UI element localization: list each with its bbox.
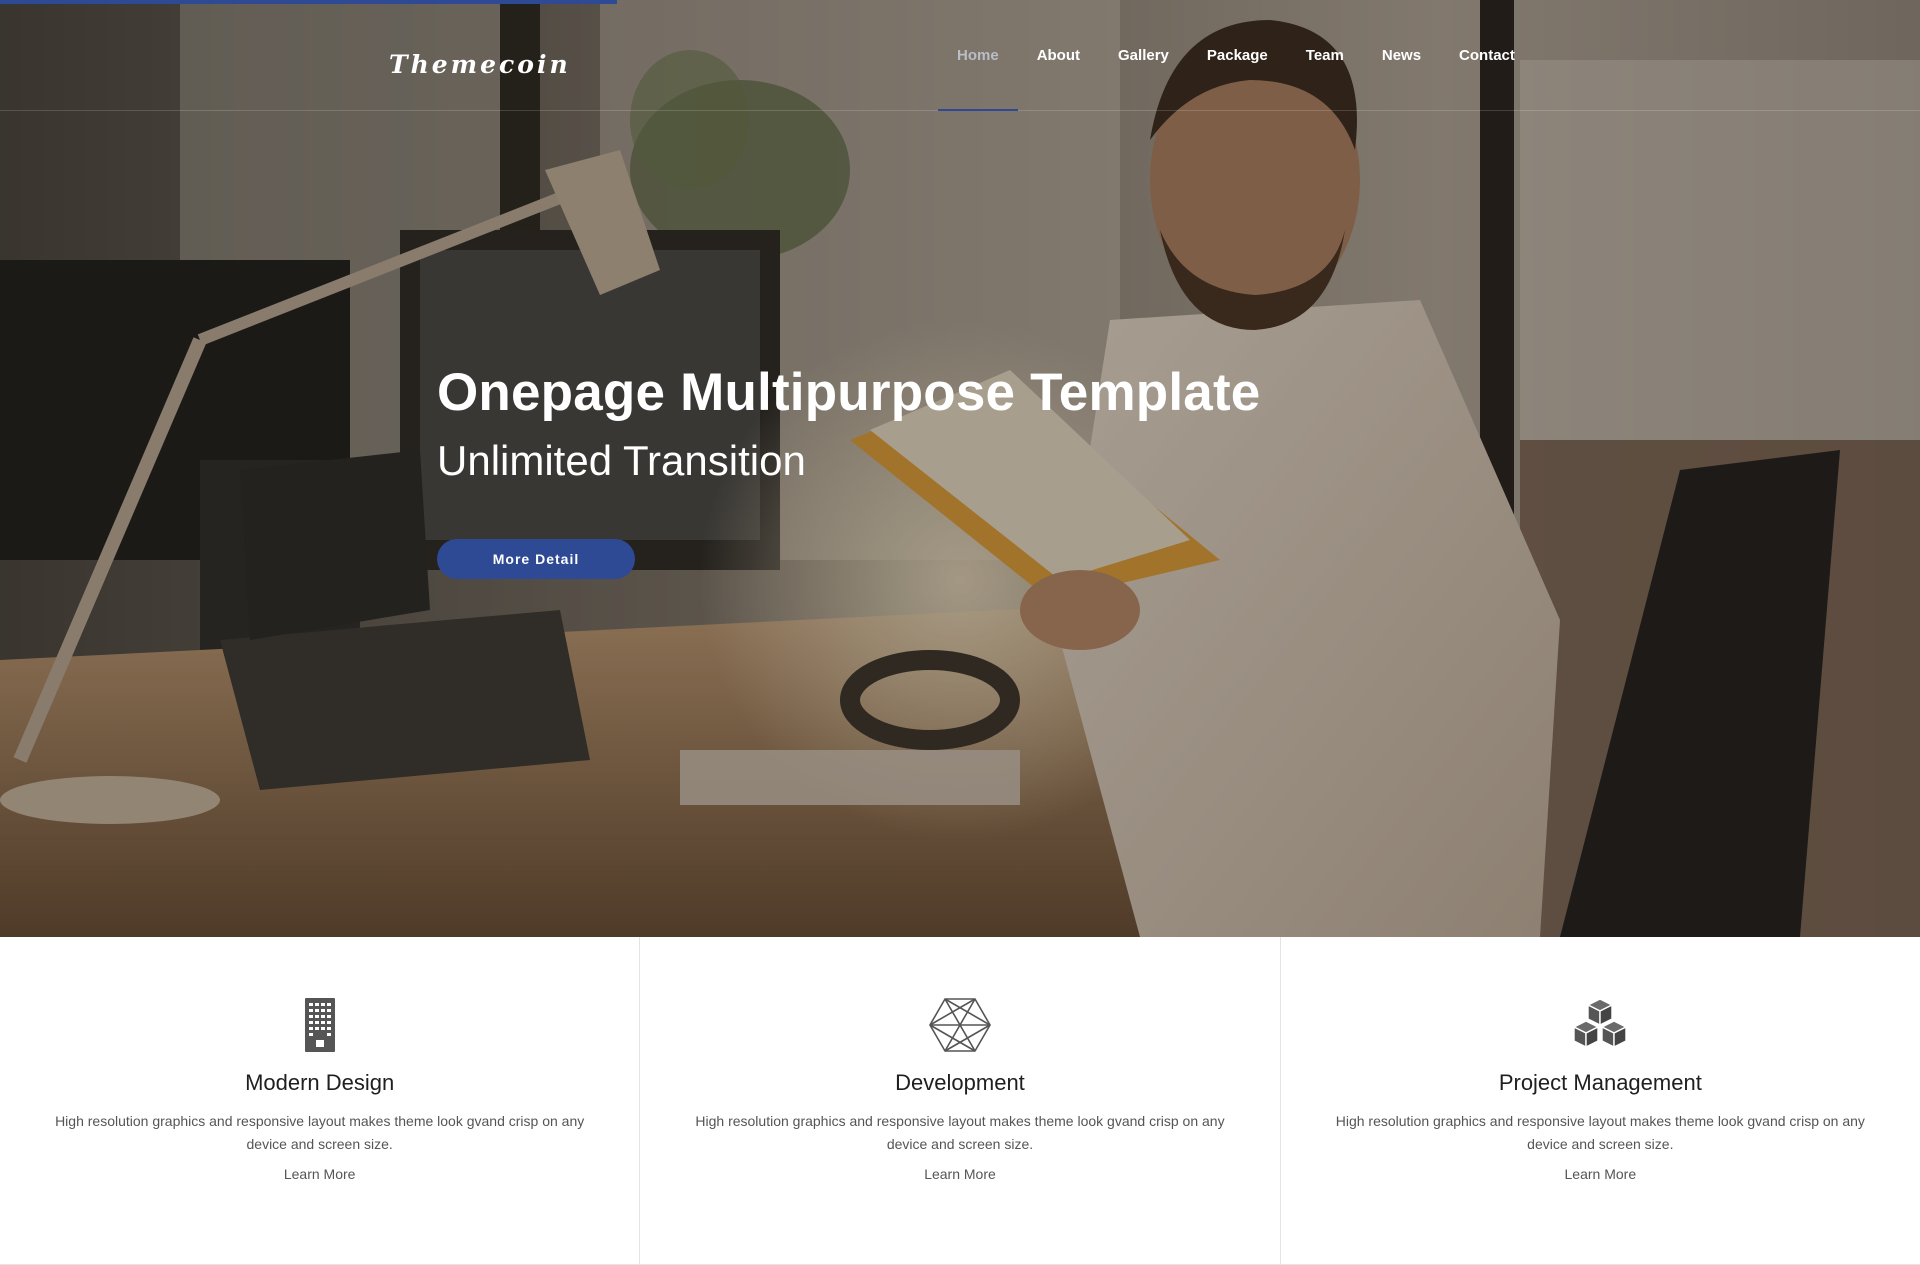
navbar: Themecoin Home About Gallery Package Tea… (0, 0, 1920, 111)
feature-card-project-management: Project Management High resolution graph… (1280, 937, 1920, 1265)
learn-more-link[interactable]: Learn More (284, 1166, 356, 1182)
cubes-icon (1573, 998, 1628, 1048)
feature-title: Project Management (1498, 1070, 1702, 1095)
building-icon (304, 998, 335, 1052)
nav-item-gallery[interactable]: Gallery (1099, 0, 1188, 110)
feature-description: High resolution graphics and responsive … (55, 1113, 585, 1152)
nav-links: Home About Gallery Package Team News Con… (938, 0, 1534, 111)
nav-item-home[interactable]: Home (938, 0, 1018, 111)
feature-card-modern-design: Modern Design High resolution graphics a… (0, 937, 641, 1265)
hero-subtitle: Unlimited Transition (437, 437, 806, 484)
nav-item-package[interactable]: Package (1188, 0, 1287, 110)
feature-title: Modern Design (245, 1070, 395, 1095)
learn-more-link[interactable]: Learn More (1565, 1166, 1637, 1182)
page-progress-bar (0, 0, 617, 4)
hero-title: Onepage Multipurpose Template (437, 363, 1261, 422)
hero-section: Themecoin Home About Gallery Package Tea… (0, 0, 1920, 937)
nav-item-team[interactable]: Team (1287, 0, 1363, 110)
hero-content: Onepage Multipurpose Template Unlimited … (437, 362, 1261, 579)
feature-card-development: Development High resolution graphics and… (640, 937, 1281, 1265)
nav-item-contact[interactable]: Contact (1440, 0, 1534, 110)
logo[interactable]: Themecoin (389, 50, 571, 79)
more-detail-button[interactable]: More Detail (437, 539, 635, 579)
feature-description: High resolution graphics and responsive … (695, 1113, 1225, 1152)
feature-description: High resolution graphics and responsive … (1335, 1113, 1865, 1152)
nav-item-about[interactable]: About (1018, 0, 1099, 110)
learn-more-link[interactable]: Learn More (924, 1166, 996, 1182)
nav-item-news[interactable]: News (1363, 0, 1440, 110)
features-section: Modern Design High resolution graphics a… (0, 937, 1920, 1265)
hexagon-mesh-icon (929, 998, 991, 1052)
feature-title: Development (895, 1070, 1025, 1095)
